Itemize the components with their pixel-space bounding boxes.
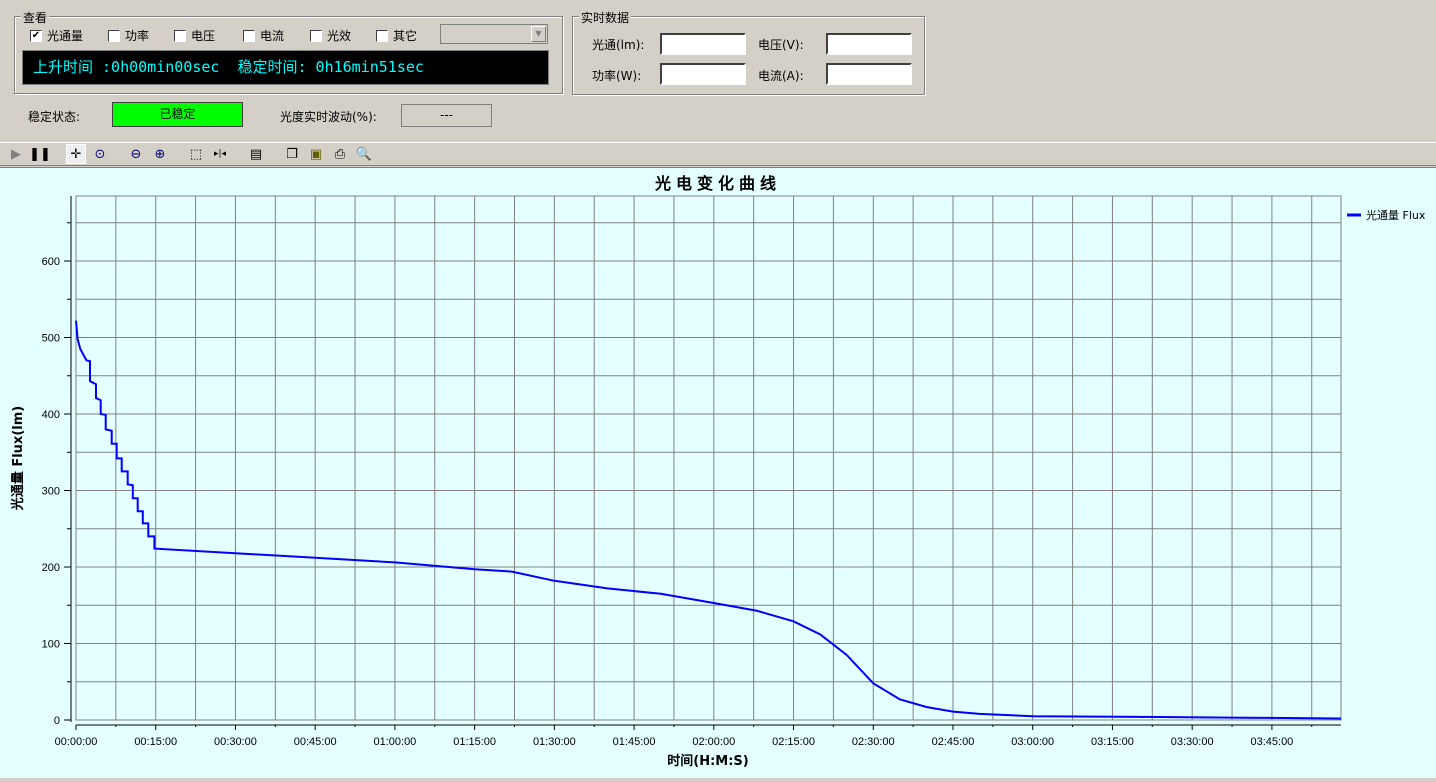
select-rect-icon[interactable]: ⬚ <box>186 144 206 164</box>
properties-icon[interactable]: ▤ <box>246 144 266 164</box>
pause-icon[interactable]: ❚❚ <box>30 144 50 164</box>
chart-toolbar: ▶❚❚ ✛⊙ ⊖⊕ ⬚▸|◂ ▤ ❐▣⎙🔍 <box>0 142 1436 166</box>
voltage-label: 电压(V): <box>758 36 804 53</box>
legend-label: 光通量 Flux <box>1366 208 1426 222</box>
checkbox-3[interactable]: 电流 <box>243 27 284 44</box>
current-label: 电流(A): <box>758 67 804 84</box>
x-tick-label: 03:30:00 <box>1171 736 1214 748</box>
stability-label: 稳定状态: <box>28 108 80 125</box>
checkbox-5[interactable]: 其它 <box>376 27 417 44</box>
x-tick-label: 00:30:00 <box>214 736 257 748</box>
checkbox-1[interactable]: 功率 <box>108 27 149 44</box>
checkbox-box[interactable] <box>108 30 120 42</box>
play-icon[interactable]: ▶ <box>6 144 26 164</box>
fluctuation-label: 光度实时波动(%): <box>280 108 377 125</box>
x-tick-label: 02:30:00 <box>852 736 895 748</box>
x-tick-label: 03:45:00 <box>1250 736 1293 748</box>
checkbox-label: 光通量 <box>47 27 83 44</box>
flux-field[interactable] <box>660 33 746 55</box>
zoom-fit-icon[interactable]: ⊙ <box>90 144 110 164</box>
y-tick-label: 100 <box>42 639 60 651</box>
zoom-in-icon[interactable]: ⊕ <box>150 144 170 164</box>
checkbox-0[interactable]: ✔ 光通量 <box>30 27 83 44</box>
checkbox-label: 功率 <box>125 27 149 44</box>
x-tick-label: 00:00:00 <box>55 736 98 748</box>
power-label: 功率(W): <box>592 67 641 84</box>
chart-area: 0 100 200 300 400 500 600 00:00:00 00:15:00 00:30… <box>0 167 1436 778</box>
x-tick-label: 01:45:00 <box>613 736 656 748</box>
y-tick-label: 400 <box>42 409 60 421</box>
stability-status: 已稳定 <box>112 102 243 127</box>
checkbox-box[interactable] <box>376 30 388 42</box>
chevron-down-icon[interactable]: ▼ <box>531 26 546 42</box>
x-tick-label: 03:15:00 <box>1091 736 1134 748</box>
flux-label: 光通(lm): <box>592 36 644 53</box>
x-tick-label: 02:00:00 <box>692 736 735 748</box>
checkbox-2[interactable]: 电压 <box>174 27 215 44</box>
y-tick-label: 300 <box>42 486 60 498</box>
current-field[interactable] <box>826 63 912 85</box>
pan-icon[interactable]: ✛ <box>66 144 86 164</box>
checkbox-box[interactable] <box>310 30 322 42</box>
zoom-out-icon[interactable]: ⊖ <box>126 144 146 164</box>
x-tick-label: 01:00:00 <box>373 736 416 748</box>
checkbox-label: 电压 <box>191 27 215 44</box>
cursor-icon[interactable]: ▸|◂ <box>210 144 230 164</box>
voltage-field[interactable] <box>826 33 912 55</box>
power-field[interactable] <box>660 63 746 85</box>
checkbox-box[interactable] <box>243 30 255 42</box>
copy-icon[interactable]: ❐ <box>282 144 302 164</box>
series-line-flux <box>76 321 1341 719</box>
x-tick-label: 01:15:00 <box>453 736 496 748</box>
checkbox-box[interactable]: ✔ <box>30 30 42 42</box>
y-tick-label: 200 <box>42 562 60 574</box>
time-display: 上升时间 :0h00min00sec 稳定时间: 0h16min51sec <box>22 50 549 85</box>
x-tick-label: 00:15:00 <box>134 736 177 748</box>
fluctuation-value: --- <box>401 104 492 127</box>
checkbox-label: 其它 <box>393 27 417 44</box>
view-group-title: 查看 <box>21 9 49 26</box>
save-icon[interactable]: ▣ <box>306 144 326 164</box>
checkbox-4[interactable]: 光效 <box>310 27 351 44</box>
checkbox-label: 光效 <box>327 27 351 44</box>
y-tick-label: 500 <box>42 333 60 345</box>
x-axis-label: 时间(H:M:S) <box>667 753 748 769</box>
flux-chart: 0 100 200 300 400 500 600 00:00:00 00:15:00 00:30… <box>0 168 1436 779</box>
x-tick-label: 00:45:00 <box>294 736 337 748</box>
realtime-group-title: 实时数据 <box>579 9 631 26</box>
print-preview-icon[interactable]: 🔍 <box>354 144 374 164</box>
y-axis-label: 光通量 Flux(lm) <box>10 406 26 511</box>
checkbox-box[interactable] <box>174 30 186 42</box>
x-tick-label: 02:45:00 <box>932 736 975 748</box>
x-tick-label: 03:00:00 <box>1011 736 1054 748</box>
y-tick-label: 0 <box>54 715 60 727</box>
channel-select[interactable]: ▼ <box>440 24 548 44</box>
y-tick-label: 600 <box>42 256 60 268</box>
x-tick-label: 02:15:00 <box>772 736 815 748</box>
chart-title: 光电变化曲线 <box>654 174 781 193</box>
plot-border <box>76 196 1341 720</box>
print-icon[interactable]: ⎙ <box>330 144 350 164</box>
checkbox-label: 电流 <box>260 27 284 44</box>
x-tick-label: 01:30:00 <box>533 736 576 748</box>
